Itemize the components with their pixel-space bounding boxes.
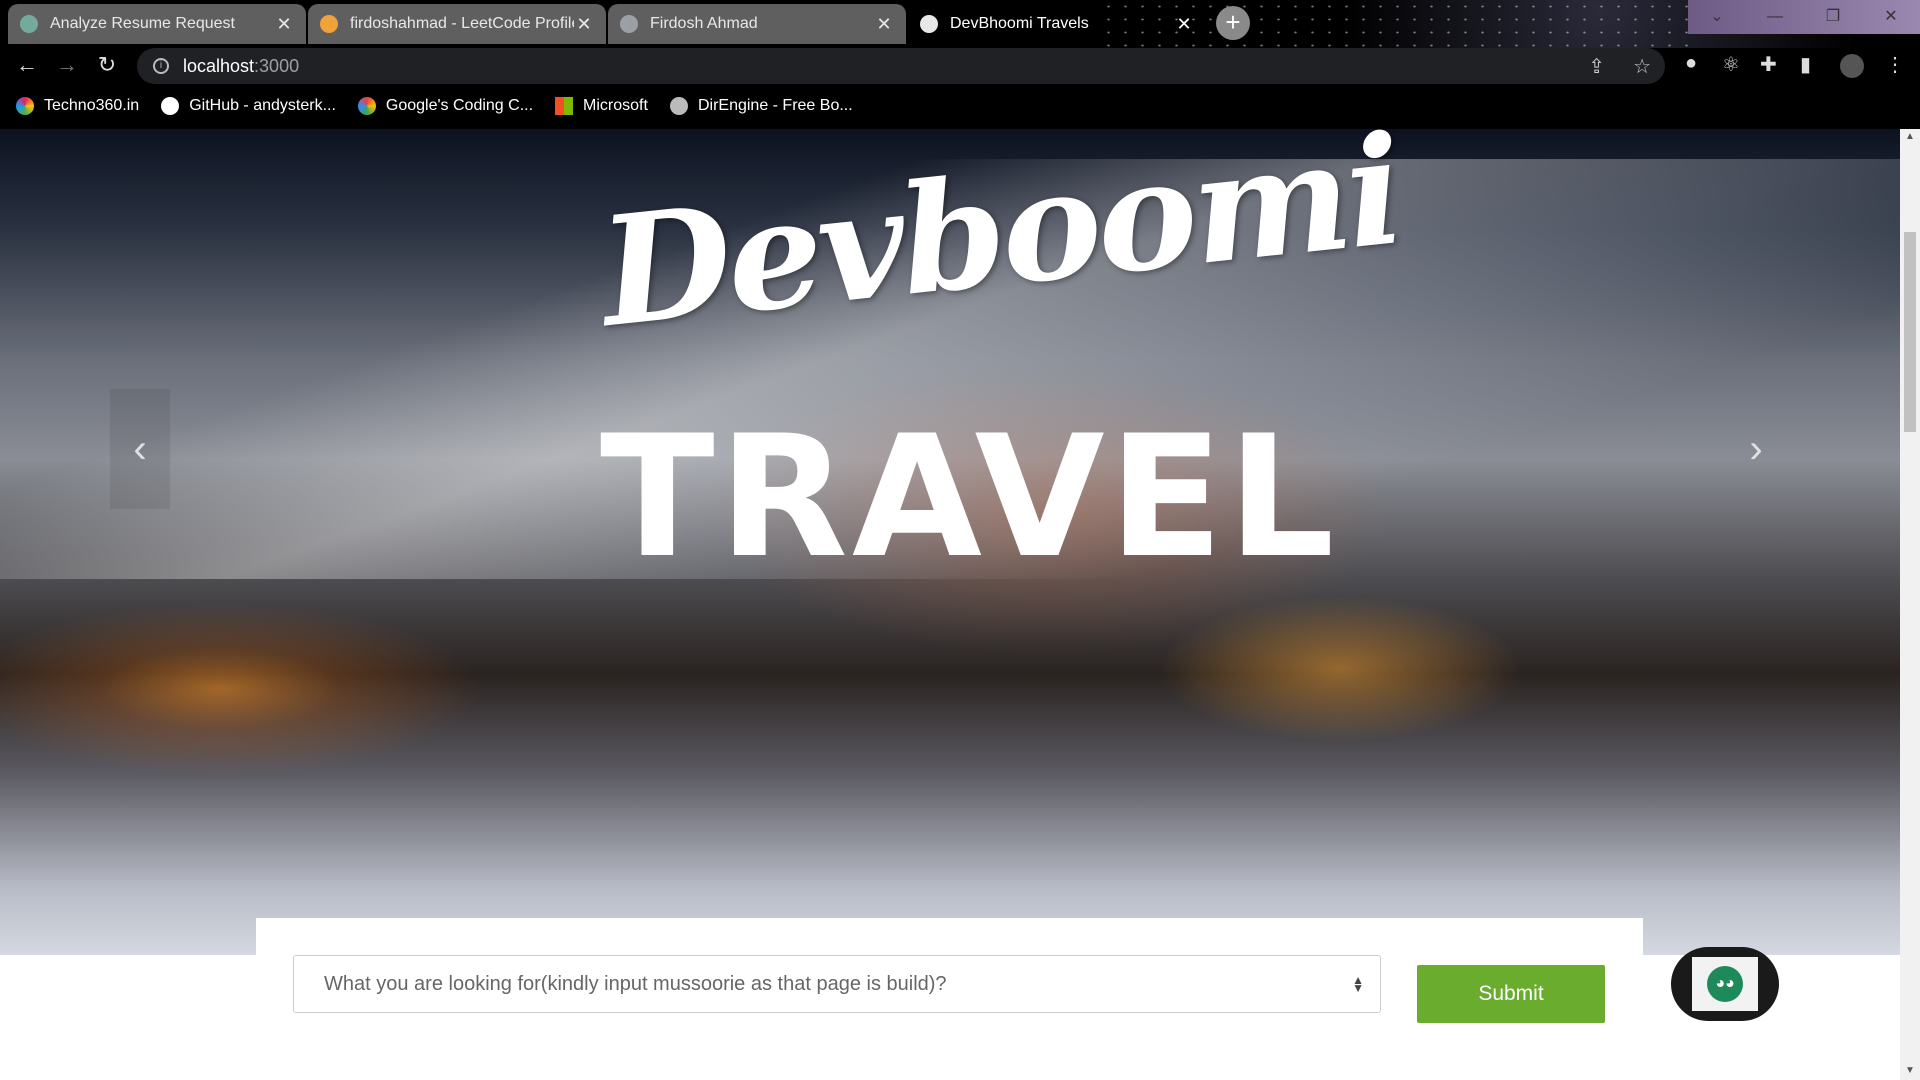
- browser-title-bar: Analyze Resume Request ✕ firdoshahmad - …: [0, 0, 1920, 48]
- url-port: :3000: [254, 55, 300, 76]
- chatbot-frame: ◕◕: [1692, 957, 1758, 1011]
- forward-icon[interactable]: →: [52, 50, 82, 80]
- scrollbar-thumb[interactable]: [1904, 232, 1916, 432]
- globe-favicon-icon: [920, 15, 938, 33]
- scroll-up-icon[interactable]: ▲: [1900, 131, 1920, 142]
- bookmark-direngine[interactable]: DirEngine - Free Bo...: [669, 97, 853, 115]
- extensions-puzzle-icon[interactable]: ✚: [1760, 52, 1777, 77]
- react-devtools-icon[interactable]: ⚛: [1722, 52, 1740, 77]
- url-host: localhost: [183, 55, 255, 76]
- scroll-down-icon[interactable]: ▼: [1900, 1065, 1920, 1076]
- restore-icon[interactable]: ❐: [1804, 0, 1862, 34]
- close-tab-icon[interactable]: ✕: [1174, 14, 1194, 35]
- close-window-icon[interactable]: ✕: [1862, 0, 1920, 34]
- chatbot-face-icon: ◕◕: [1707, 966, 1743, 1002]
- techno360-icon: [16, 97, 34, 115]
- close-tab-icon[interactable]: ✕: [874, 14, 894, 35]
- close-tab-icon[interactable]: ✕: [574, 14, 594, 35]
- bookmark-microsoft[interactable]: Microsoft: [555, 97, 648, 115]
- new-tab-button[interactable]: +: [1216, 6, 1250, 40]
- address-bar[interactable]: i localhost:3000 ⇪ ☆: [137, 48, 1665, 84]
- tab-firdosh-ahmad[interactable]: Firdosh Ahmad ✕: [608, 4, 906, 44]
- search-panel: What you are looking for(kindly input mu…: [256, 918, 1643, 1080]
- tab-title: Analyze Resume Request: [50, 15, 235, 32]
- tab-search-icon[interactable]: ⌄: [1688, 0, 1746, 34]
- menu-kebab-icon[interactable]: ⋮: [1885, 52, 1905, 77]
- bookmarks-bar: Techno360.in GitHub - andysterk... Googl…: [0, 90, 1920, 122]
- reload-icon[interactable]: ↻: [92, 50, 122, 80]
- leetcode-favicon-icon: [320, 15, 338, 33]
- bookmark-star-icon[interactable]: ☆: [1633, 54, 1651, 79]
- tab-title: DevBhoomi Travels: [950, 15, 1089, 32]
- bookmark-label: Techno360.in: [44, 97, 140, 114]
- github-icon: [161, 97, 180, 115]
- back-icon[interactable]: ←: [12, 50, 42, 80]
- tab-leetcode-profile[interactable]: firdoshahmad - LeetCode Profile ✕: [308, 4, 606, 44]
- page-viewport: Devboomi TRAVEL ‹ › What you are looking…: [0, 129, 1900, 1080]
- bookmark-google-coding[interactable]: Google's Coding C...: [357, 97, 534, 115]
- globe-favicon-icon: [620, 15, 638, 33]
- tab-devbhoomi-travels[interactable]: DevBhoomi Travels ✕: [908, 4, 1206, 44]
- extension-icon[interactable]: ●: [1685, 52, 1697, 75]
- tab-analyze-resume[interactable]: Analyze Resume Request ✕: [8, 4, 306, 44]
- submit-button[interactable]: Submit: [1417, 965, 1605, 1023]
- share-icon[interactable]: ⇪: [1588, 54, 1605, 79]
- bookmark-label: GitHub - andysterk...: [189, 97, 336, 114]
- carousel-next-icon[interactable]: ›: [1726, 389, 1786, 509]
- bookmark-github[interactable]: GitHub - andysterk...: [161, 97, 336, 115]
- page-scrollbar[interactable]: ▲ ▼: [1900, 129, 1920, 1080]
- carousel-prev-icon[interactable]: ‹: [110, 389, 170, 509]
- tab-title: firdoshahmad - LeetCode Profile: [350, 15, 574, 32]
- bookmark-label: Microsoft: [583, 97, 648, 114]
- site-info-icon[interactable]: i: [153, 58, 169, 74]
- google-icon: [357, 97, 376, 115]
- bookmark-label: DirEngine - Free Bo...: [697, 97, 853, 114]
- brand-travel-heading: TRAVEL: [600, 399, 1339, 595]
- chatbot-widget[interactable]: ◕◕: [1671, 947, 1779, 1021]
- close-tab-icon[interactable]: ✕: [274, 14, 294, 35]
- hero-carousel: Devboomi TRAVEL ‹ ›: [0, 129, 1900, 955]
- destination-select-placeholder: What you are looking for(kindly input mu…: [324, 972, 947, 995]
- tab-title: Firdosh Ahmad: [650, 15, 758, 32]
- window-controls: ⌄ — ❐ ✕: [1688, 0, 1920, 34]
- destination-select[interactable]: What you are looking for(kindly input mu…: [293, 955, 1381, 1013]
- openai-favicon-icon: [20, 15, 38, 33]
- microsoft-icon: [555, 97, 574, 115]
- minimize-icon[interactable]: —: [1746, 0, 1804, 34]
- globe-icon: [669, 97, 688, 115]
- profile-avatar[interactable]: [1840, 54, 1864, 78]
- side-panel-icon[interactable]: ▮: [1800, 52, 1811, 77]
- select-caret-icon: ▲ ▼: [1352, 973, 1364, 995]
- bookmark-techno360[interactable]: Techno360.in: [16, 97, 139, 115]
- bookmark-label: Google's Coding C...: [385, 97, 534, 114]
